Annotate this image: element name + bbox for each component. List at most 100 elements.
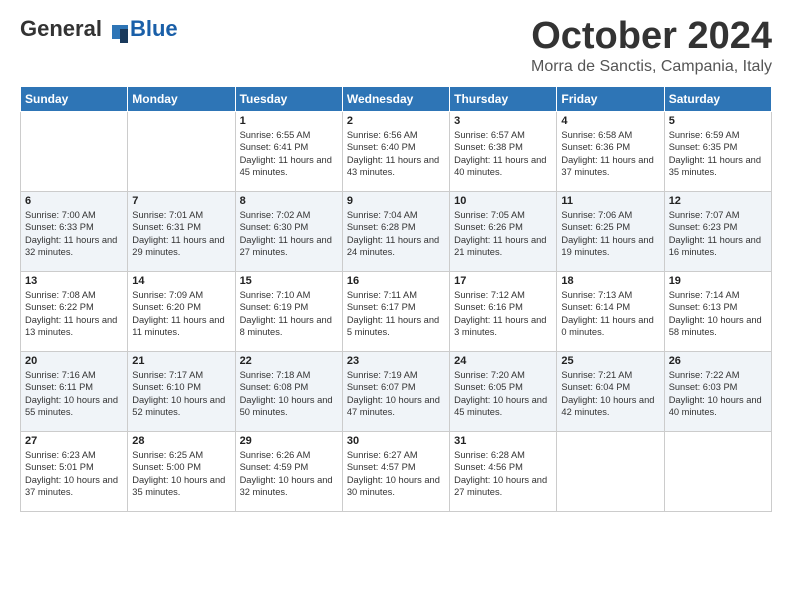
day-info: Sunrise: 7:22 AM Sunset: 6:03 PM Dayligh… [669,369,767,419]
header-day-tuesday: Tuesday [235,86,342,111]
day-info: Sunrise: 7:05 AM Sunset: 6:26 PM Dayligh… [454,209,552,259]
day-info: Sunrise: 7:11 AM Sunset: 6:17 PM Dayligh… [347,289,445,339]
day-info: Sunrise: 7:09 AM Sunset: 6:20 PM Dayligh… [132,289,230,339]
day-info: Sunrise: 7:07 AM Sunset: 6:23 PM Dayligh… [669,209,767,259]
day-number: 8 [240,195,338,207]
logo-general: General [20,16,102,42]
calendar-cell: 24 Sunrise: 7:20 AM Sunset: 6:05 PM Dayli… [450,351,557,431]
day-info: Sunrise: 7:08 AM Sunset: 6:22 PM Dayligh… [25,289,123,339]
location-title: Morra de Sanctis, Campania, Italy [531,58,772,76]
day-number: 15 [240,275,338,287]
day-info: Sunrise: 7:13 AM Sunset: 6:14 PM Dayligh… [561,289,659,339]
calendar-cell: 6 Sunrise: 7:00 AM Sunset: 6:33 PM Daylig… [21,191,128,271]
calendar-cell: 15 Sunrise: 7:10 AM Sunset: 6:19 PM Dayli… [235,271,342,351]
day-number: 3 [454,115,552,127]
calendar-cell: 21 Sunrise: 7:17 AM Sunset: 6:10 PM Dayli… [128,351,235,431]
day-number: 18 [561,275,659,287]
day-number: 11 [561,195,659,207]
day-number: 19 [669,275,767,287]
day-info: Sunrise: 6:28 AM Sunset: 4:56 PM Dayligh… [454,449,552,499]
calendar-cell: 17 Sunrise: 7:12 AM Sunset: 6:16 PM Dayli… [450,271,557,351]
day-number: 31 [454,435,552,447]
day-info: Sunrise: 7:14 AM Sunset: 6:13 PM Dayligh… [669,289,767,339]
header-day-monday: Monday [128,86,235,111]
day-number: 29 [240,435,338,447]
calendar-week-row: 13 Sunrise: 7:08 AM Sunset: 6:22 PM Dayli… [21,271,772,351]
calendar-cell: 11 Sunrise: 7:06 AM Sunset: 6:25 PM Dayli… [557,191,664,271]
calendar-cell: 5 Sunrise: 6:59 AM Sunset: 6:35 PM Daylig… [664,111,771,191]
day-number: 16 [347,275,445,287]
calendar-cell: 22 Sunrise: 7:18 AM Sunset: 6:08 PM Dayli… [235,351,342,431]
day-info: Sunrise: 7:00 AM Sunset: 6:33 PM Dayligh… [25,209,123,259]
calendar-cell: 18 Sunrise: 7:13 AM Sunset: 6:14 PM Dayli… [557,271,664,351]
day-info: Sunrise: 6:26 AM Sunset: 4:59 PM Dayligh… [240,449,338,499]
calendar-cell: 7Sunrise: 7:01 AM Sunset: 6:31 PM Daylig… [128,191,235,271]
header-day-saturday: Saturday [664,86,771,111]
day-number: 7 [132,195,230,207]
day-number: 6 [25,195,123,207]
day-number: 26 [669,355,767,367]
day-number: 1 [240,115,338,127]
day-info: Sunrise: 6:59 AM Sunset: 6:35 PM Dayligh… [669,129,767,179]
calendar-cell: 16 Sunrise: 7:11 AM Sunset: 6:17 PM Dayli… [342,271,449,351]
day-info: Sunrise: 7:10 AM Sunset: 6:19 PM Dayligh… [240,289,338,339]
day-info: Sunrise: 6:23 AM Sunset: 5:01 PM Dayligh… [25,449,123,499]
header-day-thursday: Thursday [450,86,557,111]
day-number: 20 [25,355,123,367]
calendar-cell: 20Sunrise: 7:16 AM Sunset: 6:11 PM Dayli… [21,351,128,431]
day-info: Sunrise: 7:04 AM Sunset: 6:28 PM Dayligh… [347,209,445,259]
calendar-cell: 12 Sunrise: 7:07 AM Sunset: 6:23 PM Dayli… [664,191,771,271]
day-number: 14 [132,275,230,287]
day-info: Sunrise: 6:27 AM Sunset: 4:57 PM Dayligh… [347,449,445,499]
header-day-friday: Friday [557,86,664,111]
day-number: 24 [454,355,552,367]
calendar-cell: 28 Sunrise: 6:25 AM Sunset: 5:00 PM Dayli… [128,431,235,511]
day-number: 22 [240,355,338,367]
day-number: 23 [347,355,445,367]
title-area: October 2024 Morra de Sanctis, Campania,… [531,16,772,76]
day-number: 10 [454,195,552,207]
calendar-cell: 13 Sunrise: 7:08 AM Sunset: 6:22 PM Dayli… [21,271,128,351]
day-info: Sunrise: 7:12 AM Sunset: 6:16 PM Dayligh… [454,289,552,339]
day-number: 5 [669,115,767,127]
day-info: Sunrise: 7:20 AM Sunset: 6:05 PM Dayligh… [454,369,552,419]
day-info: Sunrise: 7:06 AM Sunset: 6:25 PM Dayligh… [561,209,659,259]
day-number: 12 [669,195,767,207]
header-day-wednesday: Wednesday [342,86,449,111]
calendar-cell: 30 Sunrise: 6:27 AM Sunset: 4:57 PM Dayli… [342,431,449,511]
calendar-header-row: SundayMondayTuesdayWednesdayThursdayFrid… [21,86,772,111]
day-info: Sunrise: 7:17 AM Sunset: 6:10 PM Dayligh… [132,369,230,419]
calendar-cell: 8 Sunrise: 7:02 AM Sunset: 6:30 PM Daylig… [235,191,342,271]
calendar-cell: 2Sunrise: 6:56 AM Sunset: 6:40 PM Daylig… [342,111,449,191]
day-number: 30 [347,435,445,447]
day-number: 25 [561,355,659,367]
day-number: 28 [132,435,230,447]
day-number: 17 [454,275,552,287]
calendar-table: SundayMondayTuesdayWednesdayThursdayFrid… [20,86,772,512]
day-number: 13 [25,275,123,287]
calendar-cell: 9 Sunrise: 7:04 AM Sunset: 6:28 PM Daylig… [342,191,449,271]
calendar-cell: 3Sunrise: 6:57 AM Sunset: 6:38 PM Daylig… [450,111,557,191]
calendar-cell: 23Sunrise: 7:19 AM Sunset: 6:07 PM Dayli… [342,351,449,431]
header-day-sunday: Sunday [21,86,128,111]
day-number: 9 [347,195,445,207]
day-info: Sunrise: 7:02 AM Sunset: 6:30 PM Dayligh… [240,209,338,259]
calendar-cell: 19 Sunrise: 7:14 AM Sunset: 6:13 PM Dayli… [664,271,771,351]
calendar-week-row: 1 Sunrise: 6:55 AM Sunset: 6:41 PM Daylig… [21,111,772,191]
calendar-cell: 10 Sunrise: 7:05 AM Sunset: 6:26 PM Dayli… [450,191,557,271]
month-title: October 2024 [531,16,772,58]
day-info: Sunrise: 7:21 AM Sunset: 6:04 PM Dayligh… [561,369,659,419]
calendar-week-row: 6 Sunrise: 7:00 AM Sunset: 6:33 PM Daylig… [21,191,772,271]
logo-icon [104,20,128,38]
calendar-cell: 4Sunrise: 6:58 AM Sunset: 6:36 PM Daylig… [557,111,664,191]
calendar-cell: 29 Sunrise: 6:26 AM Sunset: 4:59 PM Dayli… [235,431,342,511]
calendar-cell: 25 Sunrise: 7:21 AM Sunset: 6:04 PM Dayli… [557,351,664,431]
day-info: Sunrise: 6:25 AM Sunset: 5:00 PM Dayligh… [132,449,230,499]
day-number: 4 [561,115,659,127]
day-info: Sunrise: 7:18 AM Sunset: 6:08 PM Dayligh… [240,369,338,419]
calendar-cell [557,431,664,511]
calendar-week-row: 27Sunrise: 6:23 AM Sunset: 5:01 PM Dayli… [21,431,772,511]
day-info: Sunrise: 6:55 AM Sunset: 6:41 PM Dayligh… [240,129,338,179]
day-number: 21 [132,355,230,367]
calendar-cell [21,111,128,191]
